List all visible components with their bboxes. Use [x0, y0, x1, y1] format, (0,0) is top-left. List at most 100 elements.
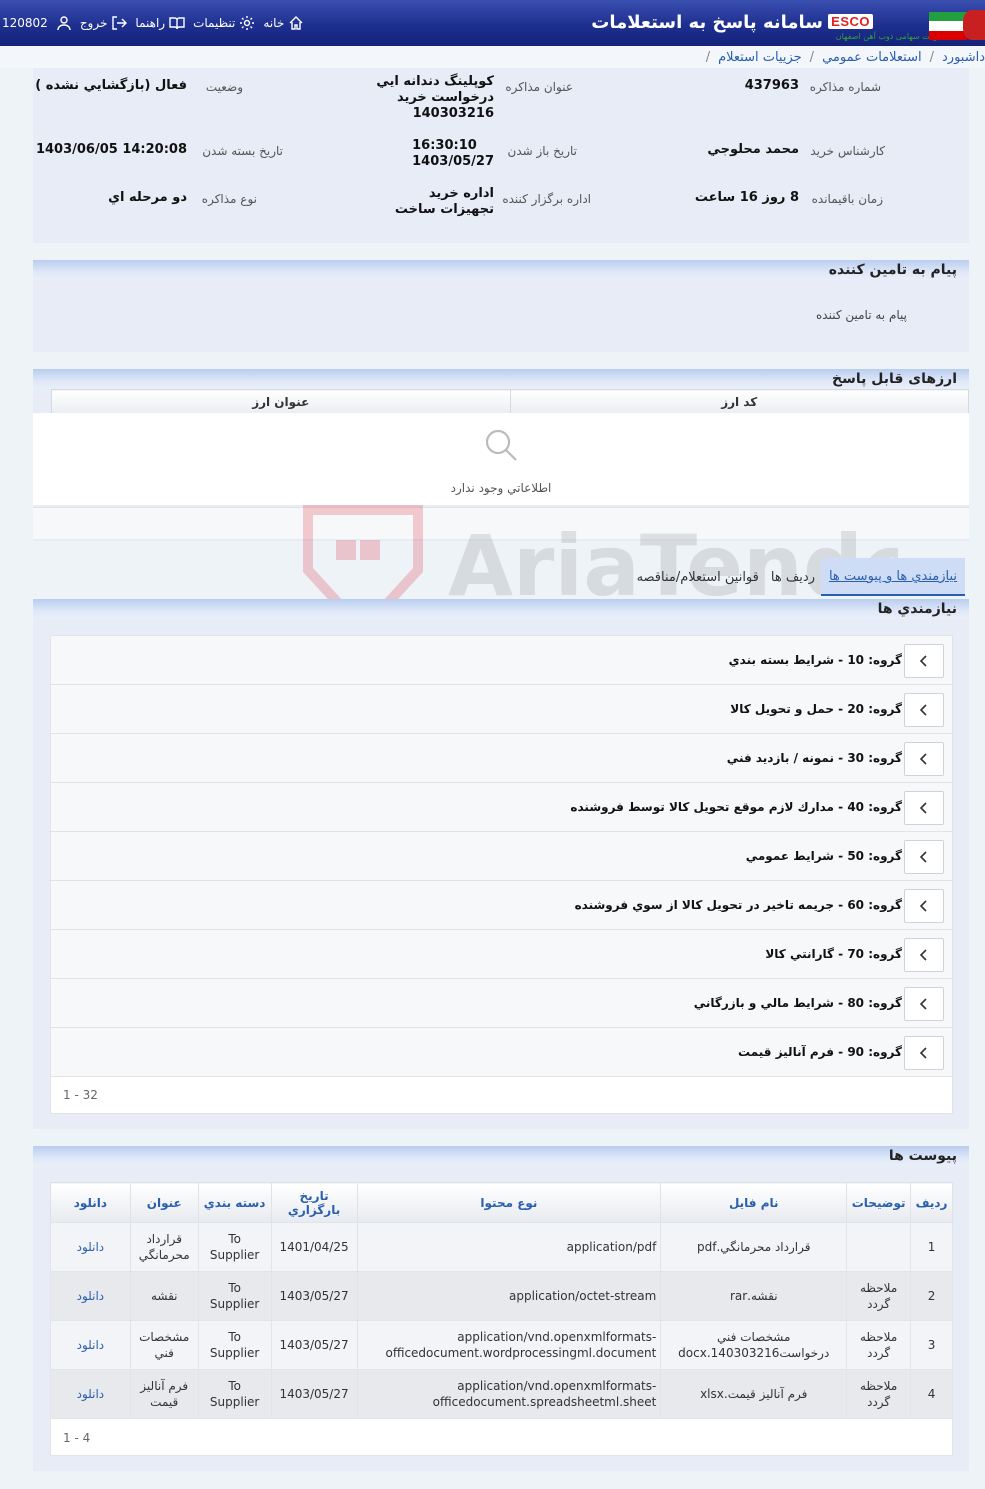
inquiry-number-label: شماره مذاکره: [809, 80, 881, 94]
row-upload-date: 1403/05/27: [270, 1369, 358, 1419]
column-header[interactable]: رديف: [910, 1182, 953, 1223]
download-link[interactable]: دانلود: [50, 1320, 131, 1370]
tab-rules[interactable]: قوانين استعلام/مناقصه: [631, 570, 765, 585]
currencies-empty: اطلاعاتي وجود ندارد: [33, 413, 969, 505]
group-title: گروه: 10 - شرايط بسته بندي: [728, 653, 902, 667]
chevron-left-icon[interactable]: [904, 742, 944, 776]
emblem-icon: [963, 10, 985, 40]
status-label: وضعيت: [205, 80, 243, 94]
list-item[interactable]: گروه: 90 - فرم آناليز قيمت: [51, 1028, 952, 1077]
row-file-name: مشخصات فني درخواست140303216.docx: [660, 1320, 848, 1370]
chevron-left-icon[interactable]: [904, 938, 944, 972]
chevron-left-icon[interactable]: [904, 889, 944, 923]
breadcrumb-dashboard[interactable]: داشبورد: [942, 50, 985, 65]
download-link[interactable]: دانلود: [50, 1369, 131, 1419]
top-nav: 120802 خروج راهنما تنظیمات خانه: [0, 0, 304, 46]
row-description: ملاحظه گردد: [846, 1369, 912, 1419]
app-title: سامانه پاسخ به استعلامات: [591, 12, 823, 33]
requirements-pager: 1 - 32: [51, 1077, 952, 1113]
inquiry-number: 437963: [744, 78, 799, 93]
download-link[interactable]: دانلود: [50, 1271, 131, 1321]
column-header[interactable]: دسته بندي: [198, 1182, 272, 1223]
breadcrumb-separator: /: [705, 49, 711, 65]
group-title: گروه: 70 - گارانتي کالا: [765, 947, 902, 961]
row-content-type: application/vnd.openxmlformats-officedoc…: [356, 1369, 662, 1419]
list-item[interactable]: گروه: 40 - مدارك لازم موقع تحويل كالا تو…: [51, 783, 952, 832]
table-row: 4 ملاحظه گردد فرم آناليز قيمت.xlsx appli…: [50, 1369, 953, 1419]
row-description: ملاحظه گردد: [846, 1320, 912, 1370]
chevron-left-icon[interactable]: [904, 693, 944, 727]
organizer-value: اداره خريد تجهيزات ساخت: [394, 186, 494, 217]
group-title: گروه: 40 - مدارك لازم موقع تحويل كالا تو…: [570, 800, 902, 814]
requirements-group-list: گروه: 10 - شرايط بسته بندي گروه: 20 - حم…: [50, 635, 953, 1114]
column-header[interactable]: عنوان: [130, 1182, 199, 1223]
settings-button[interactable]: تنظیمات: [193, 15, 255, 31]
breadcrumb-inquiry-details[interactable]: جزييات استعلام: [718, 50, 802, 65]
row-index: 3: [910, 1320, 953, 1370]
open-date-label: تاريخ باز شدن: [507, 144, 577, 158]
list-item[interactable]: گروه: 60 - جريمه تاخير در تحويل کالا از …: [51, 881, 952, 930]
column-header[interactable]: نام فايل: [660, 1182, 848, 1223]
currency-title-header[interactable]: عنوان ارز: [51, 389, 511, 414]
open-date-value: 16:30:10 1403/05/27: [412, 138, 494, 169]
row-title: مشخصات فني: [129, 1320, 199, 1370]
list-item[interactable]: گروه: 80 - شرايط مالي و بازرگاني: [51, 979, 952, 1028]
user-icon[interactable]: [56, 15, 72, 31]
list-item[interactable]: گروه: 50 - شرايط عمومي: [51, 832, 952, 881]
flag-icon: [929, 12, 967, 40]
list-item[interactable]: گروه: 20 - حمل و تحويل کالا: [51, 685, 952, 734]
table-row: 3 ملاحظه گردد مشخصات فني درخواست14030321…: [50, 1320, 953, 1370]
list-item[interactable]: گروه: 10 - شرايط بسته بندي: [51, 636, 952, 685]
buyer-label: کارشناس خريد: [810, 144, 885, 158]
top-bar: 120802 خروج راهنما تنظیمات خانه سامانه پ…: [0, 0, 985, 46]
row-category: To Supplier: [197, 1320, 272, 1370]
currencies-panel: ارزهای قابل پاسخ عنوان ارز کد ارز اطلاعا…: [33, 369, 969, 541]
currencies-title: ارزهای قابل پاسخ: [33, 369, 969, 389]
column-header[interactable]: نوع محتوا: [357, 1182, 662, 1223]
breadcrumb-public-inquiries[interactable]: استعلامات عمومي: [822, 50, 922, 65]
gear-icon: [240, 16, 255, 30]
home-icon: [289, 16, 303, 30]
chevron-left-icon[interactable]: [904, 1036, 944, 1070]
help-button[interactable]: راهنما: [135, 15, 185, 31]
tab-rows[interactable]: رديف ها: [765, 570, 821, 585]
user-code: 120802: [2, 16, 48, 30]
chevron-left-icon[interactable]: [904, 644, 944, 678]
breadcrumb-separator: /: [929, 49, 934, 65]
subject-label: عنوان مذاکره: [505, 80, 573, 94]
chevron-left-icon[interactable]: [904, 987, 944, 1021]
attachments-title: پيوست ها: [33, 1146, 969, 1166]
attachments-panel: پيوست ها رديف توضيحات نام فايل نوع محتوا…: [33, 1146, 969, 1471]
chevron-left-icon[interactable]: [904, 840, 944, 874]
chevron-left-icon[interactable]: [904, 791, 944, 825]
group-title: گروه: 60 - جريمه تاخير در تحويل کالا از …: [574, 898, 902, 912]
status-value: فعال (بازگشايي نشده ): [35, 78, 187, 93]
supplier-message-title: پيام به تامين کننده: [33, 260, 969, 280]
subject-value: کوپلینگ دندانه ايي درخواست خريد 14030321…: [376, 74, 494, 121]
column-header[interactable]: دانلود: [50, 1182, 131, 1223]
column-header[interactable]: تاريخ بارگزاري: [271, 1182, 358, 1223]
empty-text: اطلاعاتي وجود ندارد: [450, 481, 552, 495]
supplier-message-panel: پيام به تامين کننده پيام به تامين کننده: [33, 260, 969, 352]
row-upload-date: 1401/04/25: [270, 1222, 358, 1272]
row-title: نقشه: [129, 1271, 199, 1321]
column-header[interactable]: توضيحات: [846, 1182, 912, 1223]
group-title: گروه: 20 - حمل و تحويل کالا: [730, 702, 902, 716]
buyer-value: محمد محلوجي: [707, 142, 799, 157]
row-title: فرم آناليز قيمت: [129, 1369, 199, 1419]
row-content-type: application/pdf: [356, 1222, 662, 1272]
row-description: ملاحظه گردد: [846, 1271, 912, 1321]
home-label: خانه: [263, 16, 285, 30]
tab-requirements-attachments[interactable]: نيازمندي ها و پيوست ها: [820, 558, 965, 596]
list-item[interactable]: گروه: 70 - گارانتي کالا: [51, 930, 952, 979]
logout-button[interactable]: خروج: [80, 15, 128, 31]
organizer-label: اداره برگزار کننده: [502, 192, 591, 206]
list-item[interactable]: گروه: 30 - نمونه / بازديد فني: [51, 734, 952, 783]
attachments-table: رديف توضيحات نام فايل نوع محتوا تاريخ با…: [50, 1182, 953, 1419]
download-link[interactable]: دانلود: [50, 1222, 131, 1272]
row-title: قرارداد محرمانگي: [129, 1222, 199, 1272]
row-upload-date: 1403/05/27: [270, 1271, 358, 1321]
currency-code-header[interactable]: کد ارز: [509, 389, 969, 414]
home-button[interactable]: خانه: [263, 15, 304, 31]
row-category: To Supplier: [197, 1222, 272, 1272]
